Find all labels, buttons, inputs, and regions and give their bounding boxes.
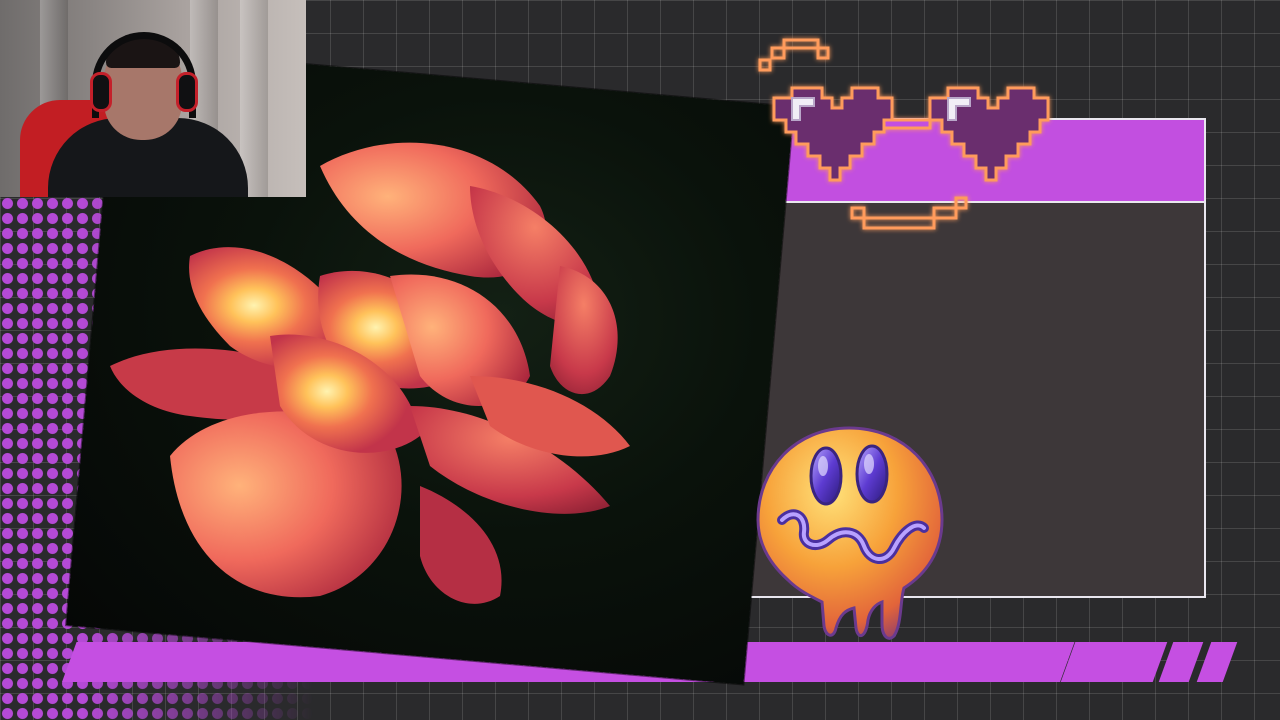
webcam-feed: [0, 0, 306, 197]
bottom-stripe-1: [1060, 642, 1168, 682]
headset-earcup-left: [90, 72, 112, 112]
melting-smiley-icon: [756, 426, 944, 640]
stream-overlay: [0, 0, 1280, 720]
pixel-hearts-icon: [758, 38, 1050, 230]
bottom-stripe-2: [1158, 642, 1204, 682]
bottom-stripe-3: [1196, 642, 1238, 682]
headset-earcup-right: [176, 72, 198, 112]
